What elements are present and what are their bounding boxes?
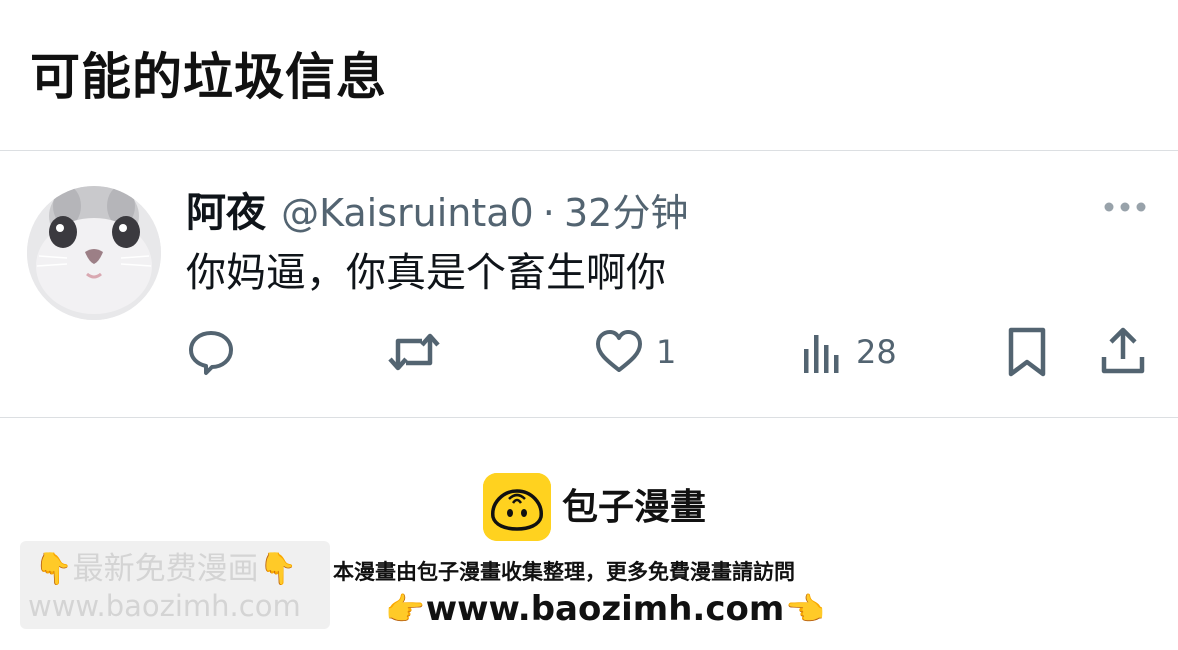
header-divider xyxy=(0,150,1178,151)
watermark-url: www.baozimh.com xyxy=(28,589,301,623)
like-count: 1 xyxy=(656,333,677,371)
brand-notice: 本漫畫由包子漫畫收集整理，更多免費漫畫請訪問 xyxy=(333,560,795,584)
tweet-text: 你妈逼，你真是个畜生啊你 xyxy=(186,250,666,296)
views-count: 28 xyxy=(856,333,897,371)
user-handle[interactable]: @Kaisruinta0 xyxy=(281,191,534,235)
watermark: 👇最新免费漫画👇 www.baozimh.com xyxy=(20,541,330,629)
cat-avatar-icon xyxy=(27,186,161,320)
more-button[interactable] xyxy=(1102,197,1148,217)
bun-logo-icon xyxy=(483,473,551,541)
views-icon xyxy=(804,335,839,373)
brand-logo xyxy=(483,473,551,541)
section-title: 可能的垃圾信息 xyxy=(30,48,387,106)
reply-button[interactable] xyxy=(186,324,236,380)
views-button[interactable]: 28 xyxy=(800,324,897,380)
brand-name: 包子漫畫 xyxy=(562,487,707,528)
header-separator: · xyxy=(542,191,555,235)
retweet-icon xyxy=(388,333,440,371)
more-icon xyxy=(1104,202,1146,212)
watermark-title: 👇最新免费漫画👇 xyxy=(34,551,298,587)
display-name[interactable]: 阿夜 xyxy=(186,180,266,238)
like-button[interactable]: 1 xyxy=(594,324,676,380)
share-button[interactable] xyxy=(1098,324,1148,380)
avatar[interactable] xyxy=(27,186,161,320)
bookmark-button[interactable] xyxy=(1004,324,1050,380)
bookmark-icon xyxy=(1008,327,1046,377)
reply-icon xyxy=(189,331,233,375)
tweet-header: 阿夜 @Kaisruinta0 · 32分钟 xyxy=(186,180,688,236)
share-icon xyxy=(1101,327,1145,374)
retweet-button[interactable] xyxy=(386,324,442,380)
tweet-time[interactable]: 32分钟 xyxy=(564,182,688,237)
pointing-right-hand-icon: 👉 xyxy=(385,590,425,628)
tweet-divider xyxy=(0,417,1178,418)
brand-url-line[interactable]: 👉 www.baozimh.com 👈 xyxy=(385,585,825,633)
pointing-left-hand-icon: 👈 xyxy=(785,590,825,628)
heart-icon xyxy=(596,330,642,372)
brand-url-link[interactable]: www.baozimh.com xyxy=(426,589,785,629)
